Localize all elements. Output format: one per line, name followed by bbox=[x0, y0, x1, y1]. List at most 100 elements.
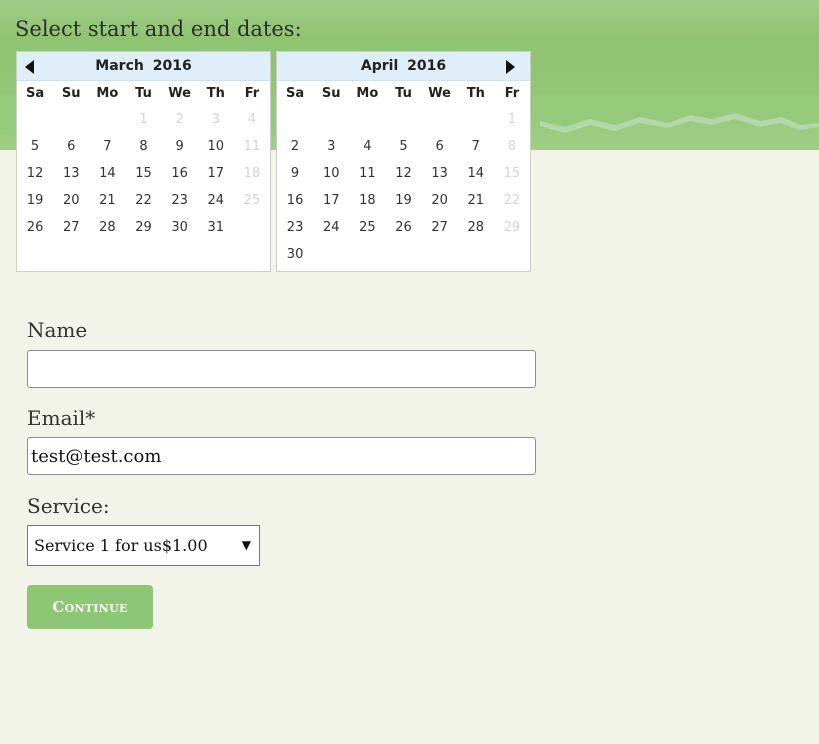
day-cell[interactable]: 23 bbox=[162, 187, 198, 214]
day-cell[interactable]: 9 bbox=[162, 133, 198, 160]
day-cell[interactable]: 15 bbox=[125, 160, 161, 187]
day-cell[interactable]: 7 bbox=[458, 133, 494, 160]
day-cell[interactable]: 24 bbox=[313, 214, 349, 241]
day-cell[interactable]: 6 bbox=[53, 133, 89, 160]
day-cell[interactable]: 27 bbox=[53, 214, 89, 241]
day-cell[interactable]: 31 bbox=[198, 214, 234, 241]
day-cell[interactable]: 16 bbox=[162, 160, 198, 187]
day-cell[interactable]: 3 bbox=[313, 133, 349, 160]
day-cell[interactable]: 5 bbox=[17, 133, 53, 160]
day-cell[interactable]: 11 bbox=[349, 160, 385, 187]
name-label: Name bbox=[27, 318, 88, 342]
name-field[interactable] bbox=[27, 350, 536, 388]
day-cell[interactable]: 30 bbox=[162, 214, 198, 241]
day-cell: 18 bbox=[243, 166, 261, 181]
empty-day-cell bbox=[313, 241, 349, 268]
day-cell[interactable]: 10 bbox=[313, 160, 349, 187]
service-select[interactable]: Service 1 for us$1.00 ▼ bbox=[27, 525, 260, 566]
weekday-header: Sa bbox=[26, 86, 45, 101]
day-cell[interactable]: 13 bbox=[422, 160, 458, 187]
day-cell[interactable]: 26 bbox=[17, 214, 53, 241]
empty-day-cell bbox=[162, 241, 198, 268]
week-row: 9 10 11 12 13 14 15 bbox=[277, 160, 530, 187]
weekday-header: Mo bbox=[96, 86, 119, 101]
empty-day-cell bbox=[385, 106, 421, 133]
email-field[interactable] bbox=[27, 437, 536, 475]
day-cell: 4 bbox=[247, 112, 257, 127]
calendar-header: April 2016 bbox=[277, 52, 530, 81]
weekday-header: Th bbox=[206, 86, 225, 101]
week-row: 1 bbox=[277, 106, 530, 133]
calendar-start: March 2016 Sa Su Mo Tu We Th Fr 1 2 3 4 5 6 7 8 9 10 11 1… bbox=[16, 51, 271, 272]
weekday-header: Su bbox=[61, 86, 81, 101]
day-cell[interactable]: 7 bbox=[89, 133, 125, 160]
day-cell[interactable]: 14 bbox=[458, 160, 494, 187]
day-cell: 11 bbox=[243, 139, 261, 154]
calendar-header: March 2016 bbox=[17, 52, 270, 81]
day-cell[interactable]: 19 bbox=[17, 187, 53, 214]
weekday-header: We bbox=[168, 86, 191, 101]
weekday-header: Mo bbox=[356, 86, 379, 101]
day-cell[interactable]: 20 bbox=[53, 187, 89, 214]
week-row bbox=[17, 241, 270, 268]
weekday-header: Th bbox=[466, 86, 485, 101]
day-cell[interactable]: 28 bbox=[89, 214, 125, 241]
empty-day-cell bbox=[458, 241, 494, 268]
week-row: 30 bbox=[277, 241, 530, 268]
email-label: Email* bbox=[27, 406, 96, 430]
day-cell[interactable]: 6 bbox=[422, 133, 458, 160]
arrow-left-icon[interactable] bbox=[25, 60, 34, 74]
day-cell[interactable]: 13 bbox=[53, 160, 89, 187]
week-row: 23 24 25 26 27 28 29 bbox=[277, 214, 530, 241]
day-cell[interactable]: 17 bbox=[198, 160, 234, 187]
day-cell[interactable]: 5 bbox=[385, 133, 421, 160]
day-cell[interactable]: 16 bbox=[277, 187, 313, 214]
day-cell[interactable]: 10 bbox=[198, 133, 234, 160]
empty-day-cell bbox=[494, 241, 530, 268]
day-cell[interactable]: 25 bbox=[349, 214, 385, 241]
empty-day-cell bbox=[234, 241, 270, 268]
month-title: March 2016 bbox=[95, 58, 192, 74]
day-cell[interactable]: 20 bbox=[422, 187, 458, 214]
continue-button[interactable]: Continue bbox=[27, 585, 153, 629]
day-cell: 22 bbox=[503, 193, 521, 208]
arrow-right-icon[interactable] bbox=[506, 60, 515, 74]
day-cell: 15 bbox=[503, 166, 521, 181]
day-cell[interactable]: 19 bbox=[385, 187, 421, 214]
day-cell[interactable]: 9 bbox=[277, 160, 313, 187]
empty-day-cell bbox=[198, 241, 234, 268]
week-row: 12 13 14 15 16 17 18 bbox=[17, 160, 270, 187]
day-cell[interactable]: 28 bbox=[458, 214, 494, 241]
day-cell[interactable]: 18 bbox=[349, 187, 385, 214]
day-cell[interactable]: 24 bbox=[198, 187, 234, 214]
empty-day-cell bbox=[349, 241, 385, 268]
day-cell[interactable]: 12 bbox=[385, 160, 421, 187]
day-cell[interactable]: 29 bbox=[125, 214, 161, 241]
day-cell[interactable]: 17 bbox=[313, 187, 349, 214]
day-cell[interactable]: 2 bbox=[277, 133, 313, 160]
empty-day-cell bbox=[17, 106, 53, 133]
day-cell[interactable]: 26 bbox=[385, 214, 421, 241]
empty-day-cell bbox=[53, 106, 89, 133]
day-cell[interactable]: 8 bbox=[125, 133, 161, 160]
day-cell[interactable]: 21 bbox=[458, 187, 494, 214]
empty-day-cell bbox=[458, 106, 494, 133]
day-grid: Sa Su Mo Tu We Th Fr 1 2 3 4 5 6 7 8 9 10 11 12 13 14 15 16 17… bbox=[17, 81, 270, 268]
day-cell[interactable]: 14 bbox=[89, 160, 125, 187]
week-row: 5 6 7 8 9 10 11 bbox=[17, 133, 270, 160]
empty-day-cell bbox=[89, 241, 125, 268]
day-cell[interactable]: 21 bbox=[89, 187, 125, 214]
weekday-header: Fr bbox=[244, 86, 260, 101]
weekday-header: Fr bbox=[504, 86, 520, 101]
day-cell[interactable]: 27 bbox=[422, 214, 458, 241]
empty-day-cell bbox=[313, 106, 349, 133]
empty-day-cell bbox=[125, 241, 161, 268]
day-cell[interactable]: 22 bbox=[125, 187, 161, 214]
day-cell[interactable]: 4 bbox=[349, 133, 385, 160]
day-cell[interactable]: 12 bbox=[17, 160, 53, 187]
week-row: 26 27 28 29 30 31 bbox=[17, 214, 270, 241]
day-cell: 2 bbox=[175, 112, 184, 127]
month-title: April 2016 bbox=[360, 58, 447, 74]
day-cell[interactable]: 23 bbox=[277, 214, 313, 241]
day-cell[interactable]: 30 bbox=[277, 241, 313, 268]
